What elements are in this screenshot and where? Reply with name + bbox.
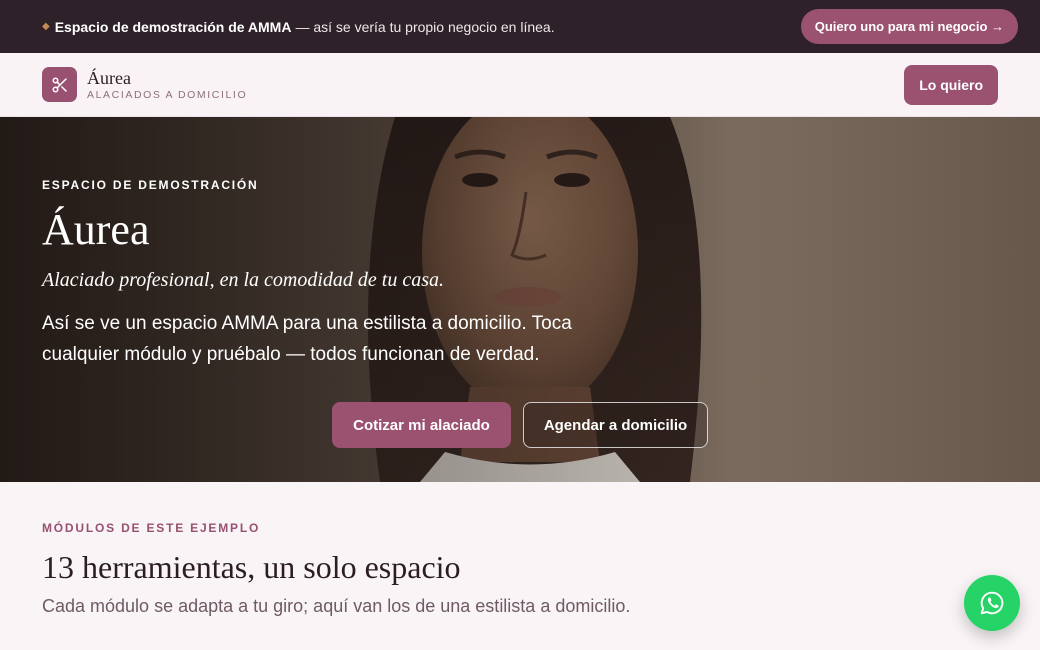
quote-button[interactable]: Cotizar mi alaciado xyxy=(332,402,511,448)
demo-banner-bold: Espacio de demostración de AMMA xyxy=(54,18,292,35)
brand-subtitle: ALACIADOS A DOMICILIO xyxy=(87,88,248,101)
demo-banner: ◆ Espacio de demostración de AMMA — así … xyxy=(0,0,1040,53)
hero-eyebrow: ESPACIO DE DEMOSTRACIÓN xyxy=(42,178,259,192)
whatsapp-button[interactable] xyxy=(964,575,1020,631)
modules-section: MÓDULOS DE ESTE EJEMPLO 13 herramientas,… xyxy=(42,521,942,617)
schedule-button[interactable]: Agendar a domicilio xyxy=(523,402,708,448)
diamond-icon: ◆ xyxy=(42,21,50,32)
site-header: Áurea ALACIADOS A DOMICILIO Lo quiero xyxy=(0,53,1040,117)
modules-subtitle: Cada módulo se adapta a tu giro; aquí va… xyxy=(42,596,631,616)
brand[interactable]: Áurea ALACIADOS A DOMICILIO xyxy=(42,67,247,102)
demo-cta-button[interactable]: Quiero uno para mi negocio → xyxy=(800,9,1018,44)
hero-description: Así se ve un espacio AMMA para una estil… xyxy=(42,313,572,365)
brand-name: Áurea xyxy=(87,67,131,88)
hero-tagline: Alaciado profesional, en la comodidad de… xyxy=(42,269,444,291)
lo-quiero-button[interactable]: Lo quiero xyxy=(904,64,998,105)
modules-eyebrow: MÓDULOS DE ESTE EJEMPLO xyxy=(42,521,261,535)
scissors-icon xyxy=(42,67,77,102)
hero-section: ESPACIO DE DEMOSTRACIÓN Áurea Alaciado p… xyxy=(0,117,1040,482)
demo-banner-rest: — así se vería tu propio negocio en líne… xyxy=(295,18,555,35)
demo-banner-text: ◆ Espacio de demostración de AMMA — así … xyxy=(42,19,555,35)
hero-title: Áurea xyxy=(42,205,150,254)
whatsapp-icon xyxy=(980,591,1004,615)
modules-title: 13 herramientas, un solo espacio xyxy=(42,549,461,585)
